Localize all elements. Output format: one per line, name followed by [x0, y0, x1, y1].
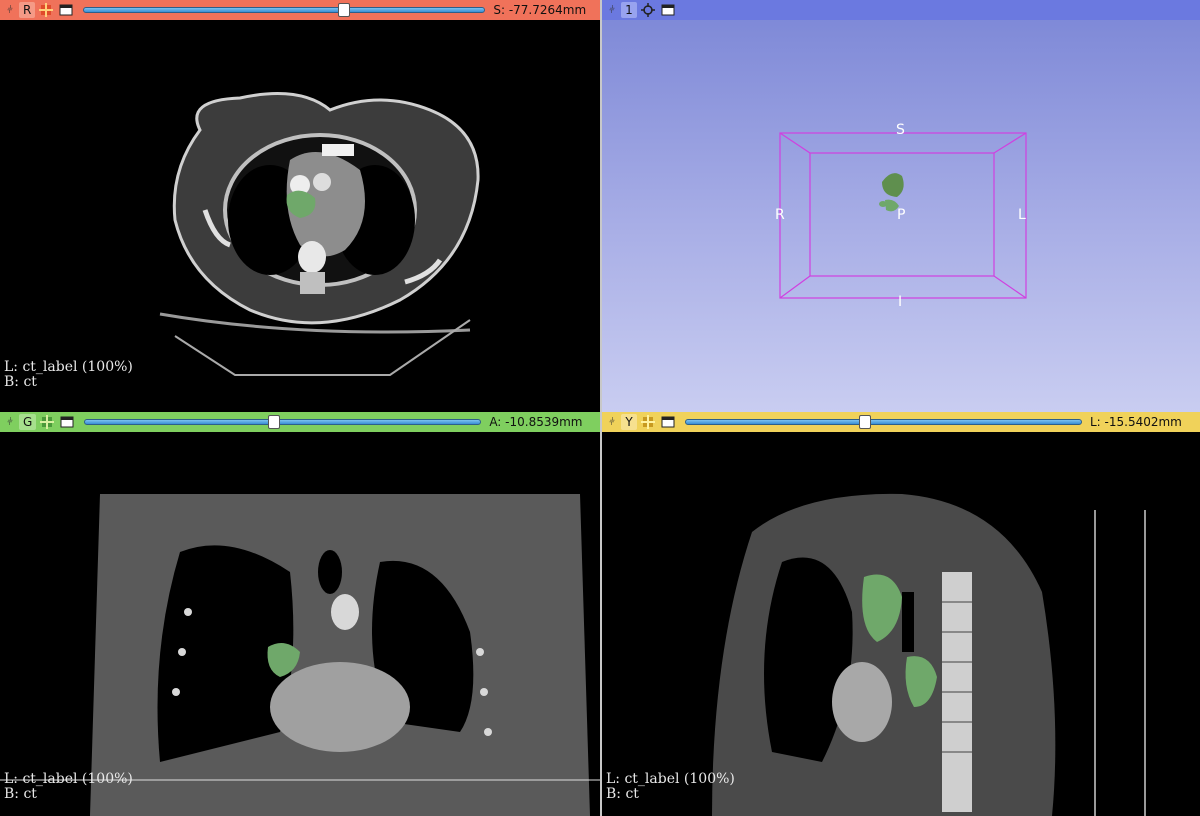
red-slice-slider[interactable] [83, 3, 486, 17]
green-slice-slider[interactable] [84, 415, 482, 429]
red-view-controller-bar: ⫩ R S: -77.7264mm [0, 0, 600, 20]
link-crosshair-icon[interactable] [37, 1, 55, 19]
background-layer-text: B: ct [4, 786, 37, 802]
label-layer-text: L: ct_label (100%) [4, 771, 133, 787]
yellow-view-label: Y [621, 414, 637, 430]
green-slice-view[interactable]: ⫩ G A: -10.8539mm L: ct_label (100%) B: … [0, 412, 600, 816]
pin-icon[interactable]: ⫩ [3, 0, 17, 20]
axial-ct-image [159, 92, 480, 376]
bounding-box-3d [779, 132, 1027, 299]
green-layer-annotations: L: ct_label (100%) B: ct [4, 772, 133, 802]
maximize-view-icon[interactable] [659, 413, 677, 431]
orientation-posterior: P [897, 207, 906, 223]
yellow-slice-slider[interactable] [685, 415, 1082, 429]
label-layer-text: L: ct_label (100%) [606, 771, 735, 787]
red-slice-view[interactable]: ⫩ R S: -77.7264mm L: ct_label (100%) B: … [0, 0, 600, 412]
orientation-right: R [775, 207, 785, 223]
pin-icon[interactable]: ⫩ [605, 412, 619, 432]
sagittal-ct-image [712, 493, 1146, 816]
maximize-view-icon[interactable] [57, 1, 75, 19]
green-view-controller-bar: ⫩ G A: -10.8539mm [0, 412, 600, 432]
red-layer-annotations: L: ct_label (100%) B: ct [4, 360, 133, 390]
segmentation-3d-model [879, 173, 904, 212]
green-view-label: G [19, 414, 37, 430]
slider-thumb[interactable] [268, 415, 281, 429]
coronal-ct-image [0, 494, 600, 816]
link-crosshair-icon[interactable] [639, 413, 657, 431]
background-layer-text: B: ct [4, 374, 37, 390]
yellow-slice-offset: L: -15.5402mm [1090, 415, 1182, 429]
orientation-superior: S [896, 122, 905, 138]
red-view-label: R [19, 2, 36, 18]
orientation-inferior: I [898, 294, 903, 310]
pin-icon[interactable]: ⫩ [3, 412, 17, 432]
red-slice-offset: S: -77.7264mm [493, 3, 587, 17]
maximize-view-icon[interactable] [58, 413, 76, 431]
three-d-view[interactable]: ⫩ 1 S I R L P [602, 0, 1200, 412]
background-layer-text: B: ct [606, 786, 639, 802]
slider-thumb[interactable] [338, 3, 351, 17]
orientation-left: L [1018, 207, 1026, 223]
yellow-view-controller-bar: ⫩ Y L: -15.5402mm [602, 412, 1200, 432]
yellow-layer-annotations: L: ct_label (100%) B: ct [606, 772, 735, 802]
green-slice-offset: A: -10.8539mm [489, 415, 583, 429]
label-layer-text: L: ct_label (100%) [4, 359, 133, 375]
link-crosshair-icon[interactable] [38, 413, 56, 431]
yellow-slice-view[interactable]: ⫩ Y L: -15.5402mm L: ct_label (100%) B: … [602, 412, 1200, 816]
slider-thumb[interactable] [859, 415, 871, 429]
